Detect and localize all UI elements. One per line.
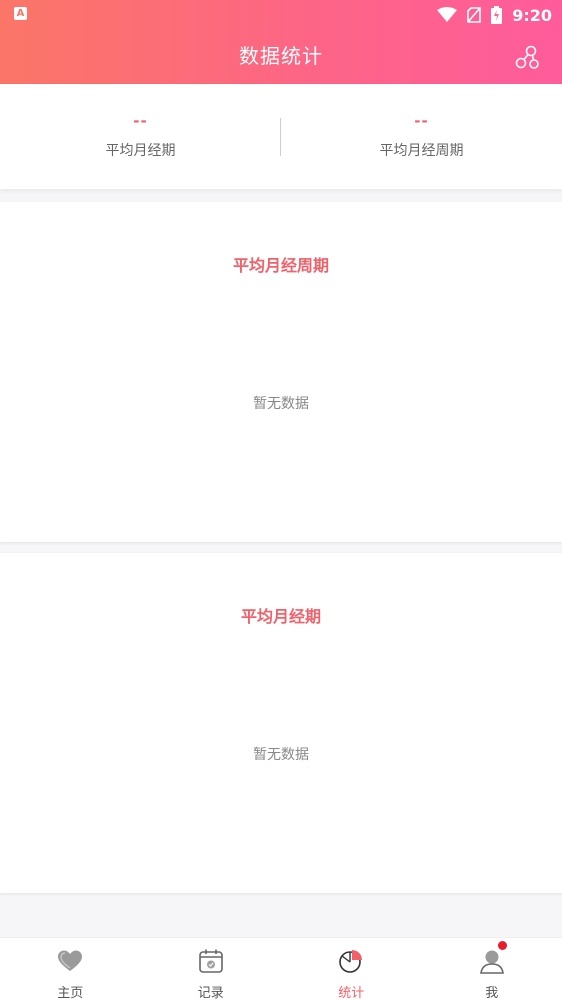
page-title: 数据统计: [0, 40, 562, 69]
no-sim-icon: [467, 7, 481, 23]
user-icon: [478, 947, 506, 975]
bottom-tab-bar: 主页 记录 统计 我: [0, 937, 562, 1001]
tab-home[interactable]: 主页: [0, 938, 141, 1001]
status-time: 9:20: [512, 6, 552, 25]
tab-records[interactable]: 记录: [141, 938, 282, 1001]
tab-statistics[interactable]: 统计: [281, 938, 422, 1001]
tab-label: 我: [422, 982, 562, 1001]
notification-badge: [498, 941, 507, 950]
summary-panel: -- 平均月经期 -- 平均月经周期: [0, 84, 562, 189]
empty-state-text: 暂无数据: [0, 393, 562, 413]
avg-cycle-length-summary: -- 平均月经周期: [281, 84, 562, 189]
battery-charging-icon: [491, 6, 502, 24]
avg-cycle-chart-card: 平均月经周期 暂无数据: [0, 202, 562, 542]
tab-label: 主页: [0, 982, 141, 1001]
app-header: A 9:20 数据统计: [0, 0, 562, 84]
app-notification-icon: A: [14, 7, 27, 20]
tab-label: 统计: [281, 982, 422, 1001]
avg-cycle-length-value: --: [281, 112, 562, 130]
card-title: 平均月经周期: [0, 252, 562, 276]
avg-cycle-length-label: 平均月经周期: [281, 140, 562, 160]
avg-period-length-label: 平均月经期: [0, 140, 281, 160]
avg-period-length-summary: -- 平均月经期: [0, 84, 281, 189]
pie-chart-icon: [337, 947, 365, 975]
wifi-icon: [437, 7, 457, 23]
card-title: 平均月经期: [0, 603, 562, 627]
tab-profile[interactable]: 我: [422, 938, 562, 1001]
status-indicators: 9:20: [437, 4, 552, 26]
status-bar: A 9:20: [0, 0, 562, 30]
empty-state-text: 暂无数据: [0, 744, 562, 764]
avg-period-length-value: --: [0, 112, 281, 130]
calendar-icon: [197, 947, 225, 975]
heart-icon: [56, 947, 84, 975]
tab-label: 记录: [141, 982, 282, 1001]
avg-period-chart-card: 平均月经期 暂无数据: [0, 553, 562, 893]
share-icon[interactable]: [514, 44, 540, 70]
